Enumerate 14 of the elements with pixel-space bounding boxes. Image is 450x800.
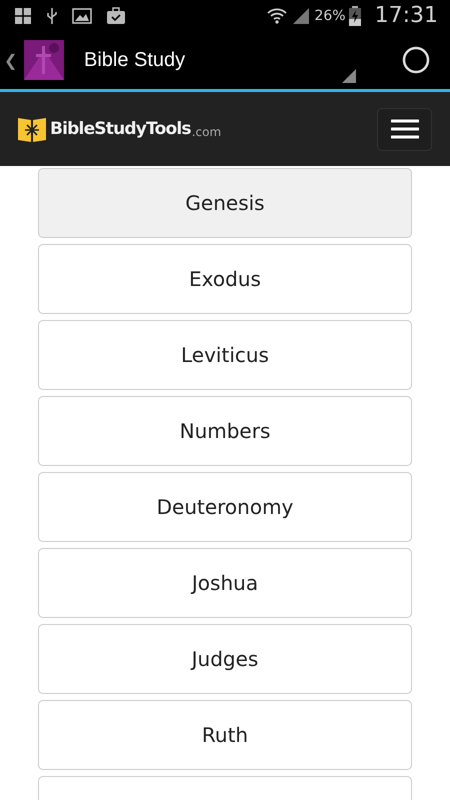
book-button[interactable]: Exodus [38,244,412,314]
clock: 17:31 [374,3,438,28]
book-button[interactable]: Leviticus [38,320,412,390]
battery-level: 26% [314,8,346,24]
book-button[interactable]: Joshua [38,548,412,618]
book-button[interactable]: Numbers [38,396,412,466]
book-button[interactable]: Judges [38,624,412,694]
book-button[interactable]: Deuteronomy [38,472,412,542]
site-logo-suffix[interactable]: .com [192,125,222,139]
site-logo[interactable]: BibleStudyTools [50,119,191,139]
app-title: Bible Study [84,48,186,72]
book-button[interactable]: Ruth [38,700,412,770]
back-icon[interactable]: ❮ [4,50,24,70]
book-button[interactable]: Genesis [38,168,412,238]
